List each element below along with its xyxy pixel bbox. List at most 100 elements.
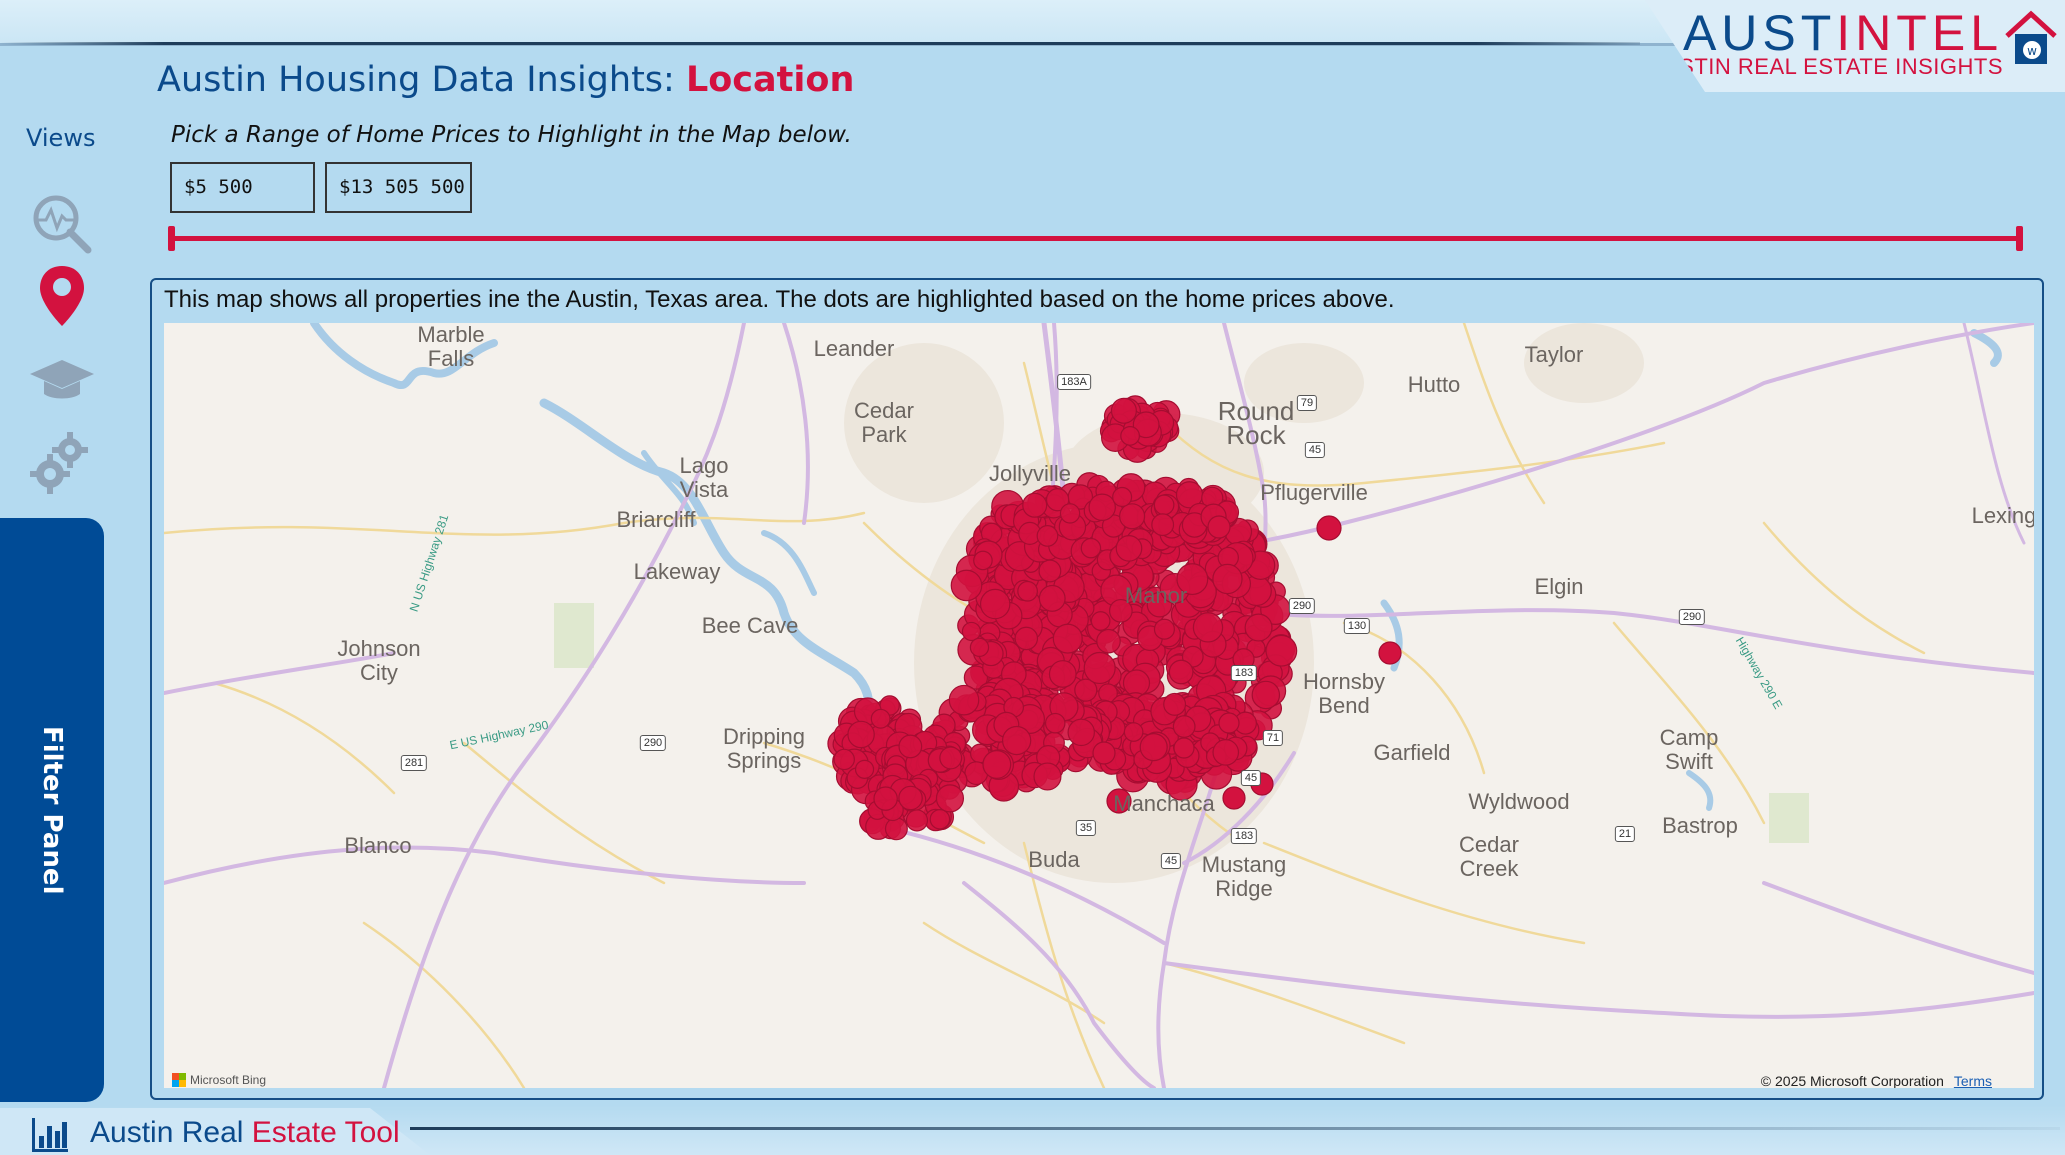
place-label-bee-cave: Bee Cave — [701, 613, 799, 638]
property-dot[interactable] — [898, 785, 923, 811]
property-dot[interactable] — [1044, 712, 1066, 734]
property-dot[interactable] — [854, 759, 875, 779]
property-dot[interactable] — [1163, 692, 1187, 716]
property-dot[interactable] — [1014, 626, 1039, 651]
property-dot[interactable] — [1083, 651, 1116, 685]
place-label-hornsby-bend: Hornsby Bend — [1303, 669, 1385, 718]
property-dot[interactable] — [1052, 623, 1083, 654]
property-dot[interactable] — [950, 569, 983, 602]
property-dot[interactable] — [870, 708, 891, 729]
property-dot[interactable] — [982, 750, 1012, 779]
property-dot[interactable] — [1115, 535, 1143, 562]
property-dot[interactable] — [1123, 722, 1144, 742]
property-dot[interactable] — [1096, 628, 1121, 654]
property-dot[interactable] — [1122, 669, 1151, 697]
highway-shield-290: 290 — [1288, 598, 1316, 614]
property-dot[interactable] — [1222, 786, 1246, 810]
min-price-input[interactable]: $5 500 — [170, 162, 315, 213]
property-dot[interactable] — [847, 720, 875, 749]
place-label-lakeway: Lakeway — [633, 559, 721, 584]
analytics-icon[interactable] — [28, 190, 96, 258]
terms-link[interactable]: Terms — [1954, 1073, 1992, 1088]
property-dot[interactable] — [1001, 725, 1032, 756]
property-dot[interactable] — [1192, 612, 1224, 643]
property-dot[interactable] — [1112, 486, 1133, 507]
map-caption: This map shows all properties ine the Au… — [164, 286, 1395, 313]
property-dot[interactable] — [1048, 660, 1077, 688]
property-dot[interactable] — [1036, 525, 1059, 547]
highway-shield-290: 290 — [639, 735, 667, 751]
property-dot[interactable] — [1067, 718, 1095, 747]
price-slider-max-handle[interactable] — [2016, 226, 2023, 251]
page-title-accent: Location — [685, 60, 855, 100]
property-dot[interactable] — [873, 786, 898, 811]
logo-part-intel: INTEL — [1836, 5, 2003, 61]
highway-shield-281: 281 — [400, 755, 428, 771]
property-dot[interactable] — [1251, 680, 1281, 710]
highway-shield-130: 130 — [1343, 618, 1371, 634]
price-range-slider-track[interactable] — [169, 236, 2020, 241]
property-dot[interactable] — [1218, 712, 1240, 734]
property-dot[interactable] — [1038, 559, 1062, 583]
property-dot[interactable] — [1378, 641, 1402, 665]
property-dot[interactable] — [1119, 503, 1146, 530]
property-dot[interactable] — [973, 550, 993, 571]
location-pin-icon[interactable] — [32, 262, 92, 330]
property-dot[interactable] — [939, 746, 963, 770]
filter-panel-toggle[interactable]: Filter Panel — [0, 518, 104, 1102]
property-dot[interactable] — [1080, 537, 1102, 559]
property-dot[interactable] — [1151, 513, 1175, 537]
property-dot[interactable] — [1153, 618, 1175, 640]
property-dot[interactable] — [1022, 492, 1048, 518]
place-label-bastrop: Bastrop — [1662, 813, 1738, 838]
property-dot[interactable] — [1212, 739, 1240, 766]
property-dot[interactable] — [905, 809, 929, 832]
property-dot[interactable] — [1173, 737, 1195, 759]
map-canvas[interactable]: Marble Falls Leander Taylor Hutto Cedar Park Ro… — [164, 323, 2034, 1088]
property-dot[interactable] — [935, 784, 965, 813]
property-dot[interactable] — [1153, 494, 1175, 516]
property-dot[interactable] — [898, 734, 923, 759]
place-label-garfield: Garfield — [1373, 740, 1451, 765]
graduation-cap-icon[interactable] — [28, 345, 96, 413]
highway-shield-45: 45 — [1304, 442, 1326, 458]
property-dot[interactable] — [1088, 493, 1116, 521]
highway-shield-183a: 183A — [1057, 374, 1091, 390]
property-dot[interactable] — [1244, 613, 1273, 642]
property-dot[interactable] — [979, 588, 1011, 620]
property-dot[interactable] — [1092, 741, 1116, 765]
property-dots-layer[interactable] — [164, 323, 2034, 1088]
property-dot[interactable] — [1172, 715, 1196, 738]
place-label-round-rock: Round Rock — [1217, 396, 1295, 450]
property-dot[interactable] — [1207, 515, 1231, 539]
place-label-buda: Buda — [1028, 847, 1080, 872]
property-dot[interactable] — [1212, 563, 1243, 595]
max-price-input[interactable]: $13 505 500 — [325, 162, 472, 213]
place-label-elgin: Elgin — [1534, 574, 1584, 599]
property-dot[interactable] — [961, 621, 982, 642]
property-dot[interactable] — [1038, 584, 1066, 612]
property-dot[interactable] — [884, 817, 908, 841]
property-dot[interactable] — [948, 684, 980, 716]
highway-shield-45: 45 — [1240, 770, 1262, 786]
property-dot[interactable] — [1017, 580, 1038, 602]
settings-gears-icon[interactable] — [28, 428, 96, 496]
property-dot[interactable] — [1110, 397, 1137, 424]
place-label-hutto: Hutto — [1407, 372, 1461, 397]
property-dot[interactable] — [833, 748, 855, 771]
property-dot[interactable] — [1120, 425, 1140, 446]
views-label: Views — [26, 124, 96, 152]
property-dot[interactable] — [1033, 762, 1062, 791]
property-dot[interactable] — [1090, 611, 1111, 631]
property-dot[interactable] — [929, 808, 951, 830]
place-label-blanco: Blanco — [344, 833, 412, 858]
property-dot[interactable] — [1265, 634, 1298, 667]
property-dot[interactable] — [1139, 733, 1168, 762]
property-dot[interactable] — [1168, 659, 1194, 685]
property-dot[interactable] — [1059, 503, 1081, 524]
price-slider-min-handle[interactable] — [168, 226, 175, 251]
map-copyright-text: © 2025 Microsoft Corporation — [1760, 1073, 1944, 1088]
place-label-pflugerville: Pflugerville — [1260, 480, 1368, 505]
property-dot[interactable] — [969, 637, 990, 658]
property-dot[interactable] — [1316, 515, 1342, 541]
